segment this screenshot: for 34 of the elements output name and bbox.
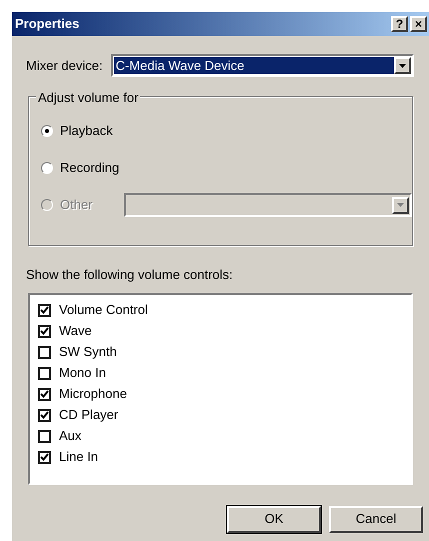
radio-label: Recording (60, 159, 120, 178)
checkbox[interactable] (38, 366, 51, 380)
checkbox-label: SW Synth (59, 343, 117, 362)
checkbox-label: Line In (59, 448, 98, 466)
checkbox[interactable] (38, 408, 51, 422)
checkbox[interactable] (38, 324, 51, 338)
mixer-dropdown[interactable]: C-Media Wave Device (110, 54, 414, 77)
checkbox-label: Microphone (59, 385, 127, 404)
radio-label: Playback (60, 122, 113, 140)
radio-button[interactable] (41, 162, 53, 174)
window-title: Properties (14, 15, 80, 34)
checkbox[interactable] (38, 346, 51, 358)
checkbox-label: Volume Control (59, 301, 148, 320)
checkbox-label: Aux (59, 427, 82, 446)
ok-button[interactable]: OK (227, 506, 321, 532)
caret-icon (396, 203, 404, 207)
dropdown-button[interactable] (392, 196, 409, 214)
checkbox-label: CD Player (59, 406, 118, 424)
cancel-button[interactable]: Cancel (329, 506, 423, 532)
checkbox[interactable] (38, 388, 51, 400)
radio-label: Other (60, 196, 93, 214)
caret-icon (398, 64, 406, 68)
radio-button[interactable] (41, 125, 53, 137)
checkbox[interactable] (38, 430, 51, 442)
checkbox-label: Wave (59, 322, 92, 340)
dropdown-button[interactable] (394, 57, 411, 74)
help-button[interactable]: ? (391, 16, 408, 32)
controls-label: Show the following volume controls: (25, 266, 234, 284)
checkbox[interactable] (38, 304, 51, 316)
mixer-label: Mixer device: (26, 56, 103, 75)
other-dropdown[interactable] (124, 193, 412, 217)
close-button[interactable]: × (410, 16, 427, 32)
checkbox-label: Mono In (59, 364, 106, 382)
checkbox[interactable] (38, 450, 51, 464)
